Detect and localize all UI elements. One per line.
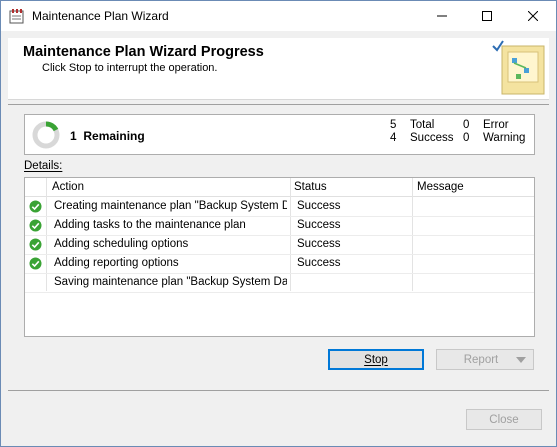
progress-summary: 1 Remaining 5 4 Total Success 0 0 Error … [24,114,535,155]
report-button[interactable]: Report [436,349,534,370]
stat-labels-right: Error Warning [483,119,525,145]
row-action: Adding tasks to the maintenance plan [54,219,246,231]
minimize-button[interactable] [419,1,464,31]
success-check-icon [29,200,42,213]
column-header-action[interactable]: Action [52,181,84,193]
table-row[interactable]: Adding reporting options Success [25,254,534,274]
success-label: Success [410,132,454,144]
table-row[interactable]: Adding tasks to the maintenance plan Suc… [25,216,534,236]
row-action: Creating maintenance plan "Backup System… [54,200,287,212]
row-status: Success [297,200,341,212]
stat-values-right: 0 0 [463,119,469,145]
error-count: 0 [463,119,470,131]
footer-divider [8,390,549,391]
row-action: Adding scheduling options [54,238,189,250]
remaining-label: Remaining [83,129,145,143]
header-divider [8,104,549,105]
minimize-icon [436,15,447,17]
progress-spinner-icon [32,121,60,149]
column-header-message[interactable]: Message [417,181,464,193]
dropdown-arrow-icon [516,357,526,363]
details-label: Details: [24,160,63,172]
row-action: Saving maintenance plan "Backup System D… [54,276,287,288]
warning-label: Warning [483,132,526,144]
close-window-button[interactable] [510,1,555,31]
maximize-button[interactable] [464,1,509,31]
success-check-icon [29,257,42,270]
row-status: Success [297,257,341,269]
success-check-icon [29,219,42,232]
app-icon [9,9,24,24]
stop-button[interactable]: Stop [328,349,424,370]
window-title: Maintenance Plan Wizard [32,9,169,23]
close-icon [527,11,538,21]
wizard-window: Maintenance Plan Wizard Maintenance Plan… [0,0,557,447]
page-subtitle: Click Stop to interrupt the operation. [42,62,218,74]
wizard-banner-graphic [492,40,545,95]
close-button[interactable]: Close [466,409,542,430]
stat-values-left: 5 4 [390,119,396,145]
remaining-count: 1 [70,129,77,143]
table-row[interactable]: Creating maintenance plan "Backup System… [25,197,534,217]
title-bar[interactable]: Maintenance Plan Wizard [1,1,556,31]
page-title: Maintenance Plan Wizard Progress [23,44,264,60]
table-row[interactable]: Adding scheduling options Success [25,235,534,255]
details-grid[interactable]: Action Status Message Creating maintenan… [24,177,535,337]
grid-header: Action Status Message [25,178,534,197]
success-check-icon [29,238,42,251]
table-row[interactable]: Saving maintenance plan "Backup System D… [25,273,534,293]
row-status: Success [297,238,341,250]
wizard-header: Maintenance Plan Wizard Progress Click S… [8,38,549,100]
row-status: Success [297,219,341,231]
close-button-label: Close [489,413,519,426]
maximize-icon [481,11,492,21]
remaining-text: 1 Remaining [70,129,145,143]
error-label: Error [483,119,509,131]
column-header-status[interactable]: Status [294,181,327,193]
total-count: 5 [390,119,397,131]
total-label: Total [410,119,435,131]
report-button-label: Report [463,353,499,366]
stop-button-label: Stop [364,353,388,366]
row-action: Adding reporting options [54,257,179,269]
warning-count: 0 [463,132,470,144]
success-count: 4 [390,132,397,144]
stat-labels-left: Total Success [410,119,453,145]
